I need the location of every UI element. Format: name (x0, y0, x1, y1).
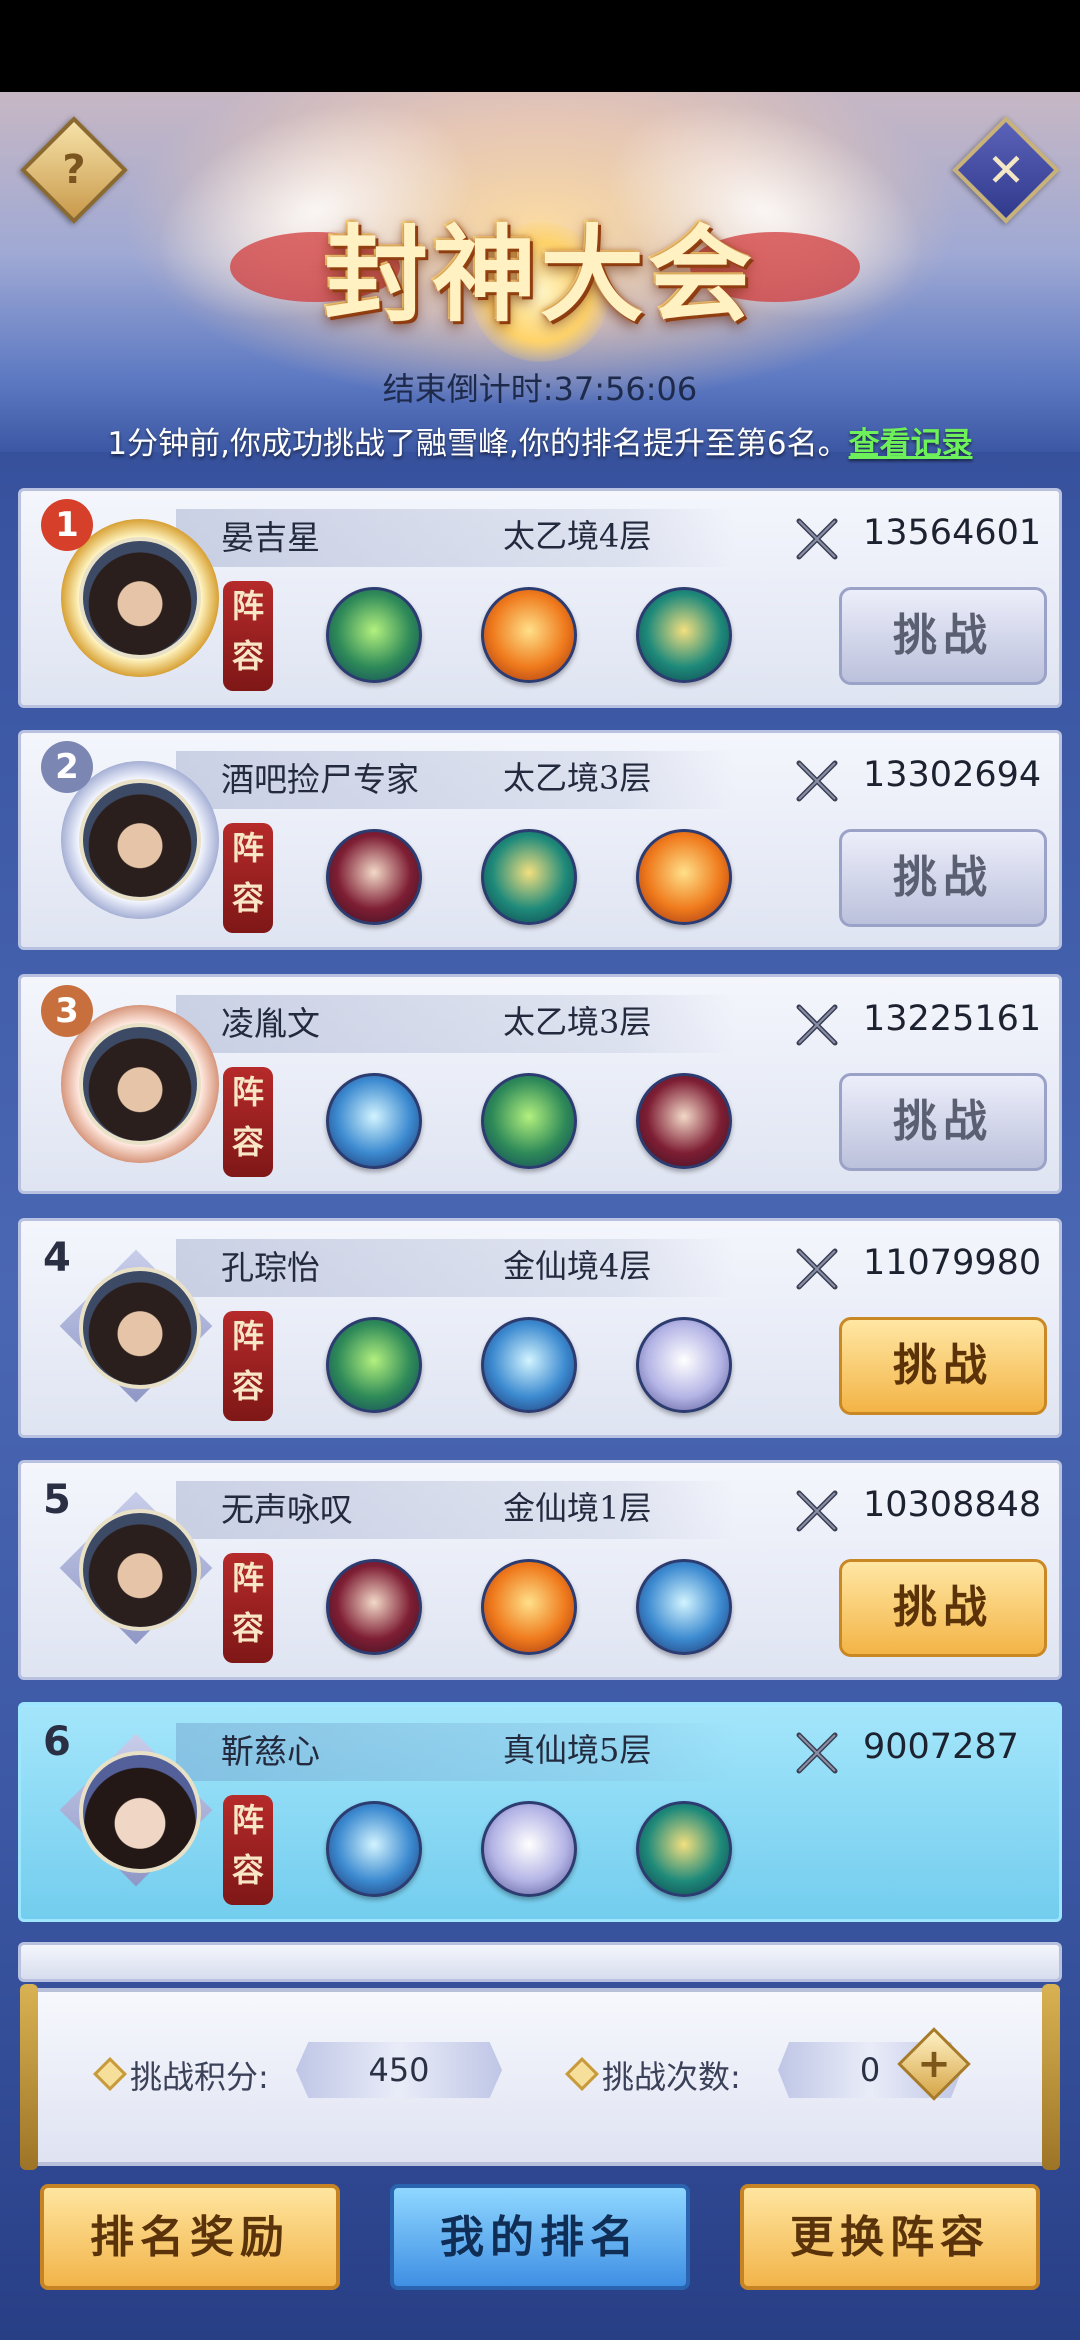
ranking-card: 2 酒吧捡尸专家 太乙境3层 13302694 阵容 挑战 (18, 730, 1062, 950)
combat-power: 13225161 (863, 999, 1042, 1039)
crossed-swords-icon (796, 1004, 838, 1046)
lineup-tag[interactable]: 阵容 (223, 823, 273, 933)
pet-icon (636, 1559, 732, 1655)
avatar[interactable] (79, 779, 201, 901)
pet-icon (481, 1559, 577, 1655)
rank-badge: 3 (41, 985, 93, 1037)
diamond-icon (93, 2057, 127, 2091)
pet-icon (481, 1317, 577, 1413)
lineup-tag[interactable]: 阵容 (223, 1067, 273, 1177)
challenge-button[interactable]: 挑战 (839, 829, 1047, 927)
pet-icon (481, 1073, 577, 1169)
crossed-swords-icon (796, 1732, 838, 1774)
ranking-card-partial (18, 1942, 1062, 1982)
avatar[interactable] (79, 1023, 201, 1145)
pet-icon (326, 829, 422, 925)
ranking-screen: 封神大会 ? ✕ 结束倒计时:37:56:06 1分钟前,你成功挑战了融雪峰,你… (0, 0, 1080, 2340)
combat-power: 13302694 (863, 755, 1042, 795)
player-realm: 太乙境4层 (503, 517, 652, 555)
ranking-card: 6 靳慈心 真仙境5层 9007287 阵容 (18, 1702, 1062, 1922)
diamond-icon (565, 2057, 599, 2091)
status-bar (0, 0, 1080, 92)
combat-power: 9007287 (863, 1727, 1019, 1767)
player-name: 酒吧捡尸专家 (221, 760, 419, 799)
pet-icon (636, 1073, 732, 1169)
rank-number: 4 (43, 1235, 71, 1281)
ranking-rewards-button[interactable]: 排名奖励 (40, 2184, 340, 2290)
avatar[interactable] (79, 1267, 201, 1389)
change-lineup-button[interactable]: 更换阵容 (740, 2184, 1040, 2290)
pet-icon (326, 1317, 422, 1413)
player-name: 孔琮怡 (221, 1248, 320, 1287)
crossed-swords-icon (796, 1490, 838, 1532)
pet-icon (326, 1559, 422, 1655)
ranking-card: 5 无声咏叹 金仙境1层 10308848 阵容 挑战 (18, 1460, 1062, 1680)
ranking-card: 4 孔琮怡 金仙境4层 11079980 阵容 挑战 (18, 1218, 1062, 1438)
pet-icon (636, 829, 732, 925)
ranking-card: 3 凌胤文 太乙境3层 13225161 阵容 挑战 (18, 974, 1062, 1194)
rank-badge: 2 (41, 741, 93, 793)
challenge-button[interactable]: 挑战 (839, 1317, 1047, 1415)
player-name: 凌胤文 (221, 1004, 320, 1043)
rank-number: 5 (43, 1477, 71, 1523)
challenge-button[interactable]: 挑战 (839, 1073, 1047, 1171)
player-realm: 金仙境4层 (503, 1247, 652, 1285)
combat-power: 10308848 (863, 1485, 1042, 1525)
avatar[interactable] (79, 1751, 201, 1873)
combat-power: 13564601 (863, 513, 1042, 553)
rank-number: 6 (43, 1719, 71, 1765)
pet-icon (636, 587, 732, 683)
lineup-tag[interactable]: 阵容 (223, 1553, 273, 1663)
challenge-attempts-label: 挑战次数: (602, 2058, 741, 2096)
pet-icon (481, 829, 577, 925)
lineup-tag[interactable]: 阵容 (223, 1795, 273, 1905)
notice-text: 1分钟前,你成功挑战了融雪峰,你的排名提升至第6名。 (107, 426, 849, 462)
countdown-timer: 结束倒计时:37:56:06 (382, 370, 698, 408)
pet-icon (326, 1073, 422, 1169)
player-name: 无声咏叹 (221, 1490, 353, 1529)
player-realm: 太乙境3层 (503, 1003, 652, 1041)
page-title: 封神大会 (323, 213, 756, 336)
close-icon: ✕ (986, 143, 1026, 197)
ranking-card: 1 晏吉星 太乙境4层 13564601 阵容 挑战 (18, 488, 1062, 708)
challenge-button[interactable]: 挑战 (839, 1559, 1047, 1657)
lineup-tag[interactable]: 阵容 (223, 581, 273, 691)
challenge-score-label: 挑战积分: (130, 2058, 269, 2096)
crossed-swords-icon (796, 760, 838, 802)
avatar[interactable] (79, 1509, 201, 1631)
pet-icon (326, 1801, 422, 1897)
pet-icon (326, 587, 422, 683)
plus-icon: + (917, 2041, 951, 2087)
pet-icon (636, 1801, 732, 1897)
challenge-button[interactable]: 挑战 (839, 587, 1047, 685)
crossed-swords-icon (796, 518, 838, 560)
avatar[interactable] (79, 537, 201, 659)
player-realm: 真仙境5层 (503, 1731, 652, 1769)
pet-icon (636, 1317, 732, 1413)
view-records-link[interactable]: 查看记录 (849, 426, 973, 462)
player-name: 靳慈心 (221, 1732, 320, 1771)
player-name: 晏吉星 (221, 518, 320, 557)
rank-badge: 1 (41, 499, 93, 551)
pet-icon (481, 1801, 577, 1897)
player-realm: 太乙境3层 (503, 759, 652, 797)
challenge-score-value: 450 (296, 2042, 502, 2098)
question-icon: ? (62, 147, 86, 193)
pet-icon (481, 587, 577, 683)
my-ranking-button[interactable]: 我的排名 (390, 2184, 690, 2290)
challenge-notice: 1分钟前,你成功挑战了融雪峰,你的排名提升至第6名。查看记录 (0, 418, 1080, 463)
lineup-tag[interactable]: 阵容 (223, 1311, 273, 1421)
player-realm: 金仙境1层 (503, 1489, 652, 1527)
score-panel: 挑战积分: 450 挑战次数: 0 (20, 1984, 1060, 2170)
crossed-swords-icon (796, 1248, 838, 1290)
combat-power: 11079980 (863, 1243, 1042, 1283)
